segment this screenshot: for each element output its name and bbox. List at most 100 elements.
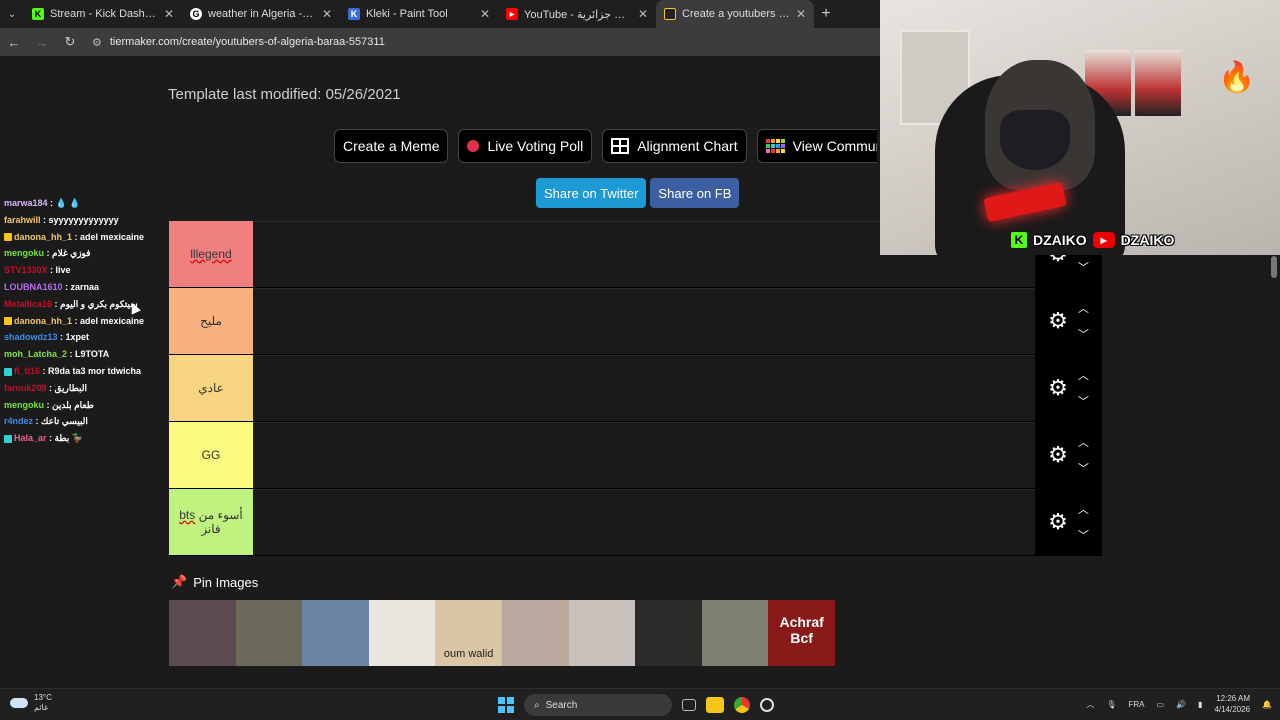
share-fb-button[interactable]: Share on FB (650, 178, 740, 208)
gear-icon[interactable]: ⚙ (1048, 511, 1068, 533)
tab-title: Kleki - Paint Tool (366, 8, 448, 20)
tier-label[interactable]: lllegend (169, 221, 253, 287)
close-icon[interactable]: ✕ (796, 7, 806, 21)
share-buttons: Share on Twitter Share on FB (536, 178, 740, 208)
draggable-image[interactable] (635, 600, 702, 666)
chevron-down-icon[interactable]: ﹀ (1078, 393, 1089, 409)
tier-dropzone[interactable] (253, 489, 1035, 555)
action-buttons: Create a Meme Live Voting Poll Alignment… (334, 129, 877, 163)
tier-controls: ⚙ ︿ ﹀ (1035, 288, 1102, 354)
site-info-icon[interactable]: ⚙ (92, 36, 102, 49)
taskbar-search[interactable]: ⌕ Search (524, 694, 672, 716)
pin-images-title: Pin Images (193, 574, 259, 590)
chevron-down-icon[interactable]: ﹀ (1078, 527, 1089, 543)
chat-text: L9TOTA (75, 349, 110, 360)
volume-icon[interactable]: 🔊 (1176, 700, 1186, 709)
microphone-icon[interactable]: 🎙 (1106, 700, 1116, 709)
gear-icon[interactable]: ⚙ (1048, 377, 1068, 399)
draggable-image[interactable] (501, 600, 569, 666)
gear-icon[interactable]: ⚙ (1048, 310, 1068, 332)
chat-message: marwa184 : 💧 💧 (4, 198, 81, 208)
chat-text: بطة 🦆 (54, 433, 83, 444)
chevron-down-icon[interactable]: ﹀ (1078, 460, 1089, 476)
tab-search-icon[interactable]: ⌄ (0, 0, 24, 28)
chevron-up-icon[interactable]: ︿ (1078, 300, 1089, 316)
network-icon[interactable]: ▭ (1157, 700, 1165, 709)
forward-icon[interactable]: → (34, 35, 50, 50)
back-icon[interactable]: ← (6, 35, 22, 50)
kick-icon: K (32, 8, 44, 20)
notification-icon[interactable]: 🔔 (1262, 700, 1272, 709)
close-icon[interactable]: ✕ (322, 7, 332, 21)
tab-weather[interactable]: G weather in Algeria - Recherche ✕ (182, 0, 340, 28)
tier-dropzone[interactable] (253, 422, 1035, 488)
tab-youtube[interactable]: ▶ YouTube - تقييم اكلات جزائرية ✕ (498, 0, 656, 28)
gear-icon[interactable]: ⚙ (1048, 444, 1068, 466)
chevron-up-icon[interactable]: ︿ (1078, 434, 1089, 450)
create-meme-button[interactable]: Create a Meme (334, 129, 449, 163)
share-twitter-button[interactable]: Share on Twitter (536, 178, 647, 208)
tab-kleki[interactable]: K Kleki - Paint Tool ✕ (340, 0, 498, 28)
chat-username: farahwill (4, 214, 41, 225)
tier-label[interactable]: عادي (169, 355, 253, 421)
chat-message: danona_hh_1 : adel mexicaine (4, 229, 164, 246)
screen: ⌄ K Stream - Kick Dashboard ✕ G weather … (0, 0, 1280, 720)
windows-start-icon[interactable] (498, 697, 514, 713)
chat-message: mengoku : طعام بلدين (4, 399, 94, 410)
chat-username: moh_Latcha_2 (4, 349, 68, 360)
view-community-button[interactable]: View Commun (756, 129, 877, 163)
search-label: Search (545, 699, 578, 711)
youtube-icon: ▶ (1092, 232, 1115, 248)
tab-kick[interactable]: K Stream - Kick Dashboard ✕ (24, 0, 182, 28)
draggable-image[interactable]: Achraf Bcf (768, 600, 835, 666)
draggable-image[interactable] (368, 600, 436, 666)
file-explorer-icon[interactable] (706, 697, 724, 713)
image-caption: Achraf Bcf (779, 614, 824, 646)
cloud-icon (10, 698, 28, 708)
chat-username: danona_hh_1 (14, 315, 73, 326)
draggable-image[interactable]: oum walid (435, 600, 502, 666)
chat-message: Hala_ar : بطة 🦆 (4, 430, 164, 447)
chevron-up-icon[interactable]: ︿ (1086, 699, 1094, 710)
tier-dropzone[interactable] (253, 355, 1035, 421)
tier-label[interactable]: bts أسوء من فانز (169, 489, 253, 555)
task-view-icon[interactable] (682, 699, 696, 711)
alignment-chart-button[interactable]: Alignment Chart (602, 129, 747, 163)
flame-icon: 🔥 (1218, 61, 1256, 94)
live-voting-poll-button[interactable]: Live Voting Poll (458, 129, 593, 163)
chevron-down-icon[interactable]: ﹀ (1078, 326, 1089, 342)
tier-label[interactable]: مليح (169, 288, 253, 354)
language-indicator[interactable]: FRA (1129, 700, 1145, 709)
chrome-icon[interactable] (734, 697, 750, 713)
chat-message: farouk209 : البطاريق (4, 382, 87, 393)
weather-widget[interactable]: 13°C غائم (10, 693, 52, 713)
close-icon[interactable]: ✕ (638, 7, 648, 21)
url-field[interactable]: ⚙ tiermaker.com/create/youtubers-of-alge… (92, 36, 385, 49)
draggable-image[interactable] (169, 600, 236, 666)
battery-icon[interactable]: ▮ (1198, 700, 1202, 709)
chevron-down-icon[interactable]: ﹀ (1078, 259, 1089, 275)
clock-time: 12:26 AM (1216, 694, 1251, 703)
reload-icon[interactable]: ↻ (62, 34, 78, 50)
tab-tiermaker[interactable]: Create a youtubers of algeria ti ✕ (656, 0, 814, 28)
chat-username: Hala_ar (14, 433, 47, 444)
draggable-image[interactable] (235, 600, 303, 666)
stream-chat-overlay: marwa184 : 💧 💧 farahwill : syyyyyyyyyyyyy… (4, 195, 164, 447)
draggable-image[interactable] (302, 600, 369, 666)
chat-username: marwa184 (4, 198, 48, 208)
chat-badge-icon (4, 434, 12, 443)
draggable-image[interactable] (568, 600, 636, 666)
clock[interactable]: 12:26 AM 4/14/2026 (1214, 693, 1250, 715)
button-label: Live Voting Poll (487, 138, 584, 154)
close-icon[interactable]: ✕ (480, 7, 490, 21)
new-tab-icon[interactable]: + (814, 5, 838, 23)
scrollbar-thumb[interactable] (1271, 256, 1277, 278)
obs-icon[interactable] (760, 698, 774, 712)
tier-label[interactable]: GG (169, 422, 253, 488)
tier-dropzone[interactable] (253, 288, 1035, 354)
draggable-image[interactable] (701, 600, 769, 666)
chevron-up-icon[interactable]: ︿ (1078, 367, 1089, 383)
chevron-up-icon[interactable]: ︿ (1078, 501, 1089, 517)
chat-username: shadowdz13 (4, 332, 58, 343)
close-icon[interactable]: ✕ (164, 7, 174, 21)
